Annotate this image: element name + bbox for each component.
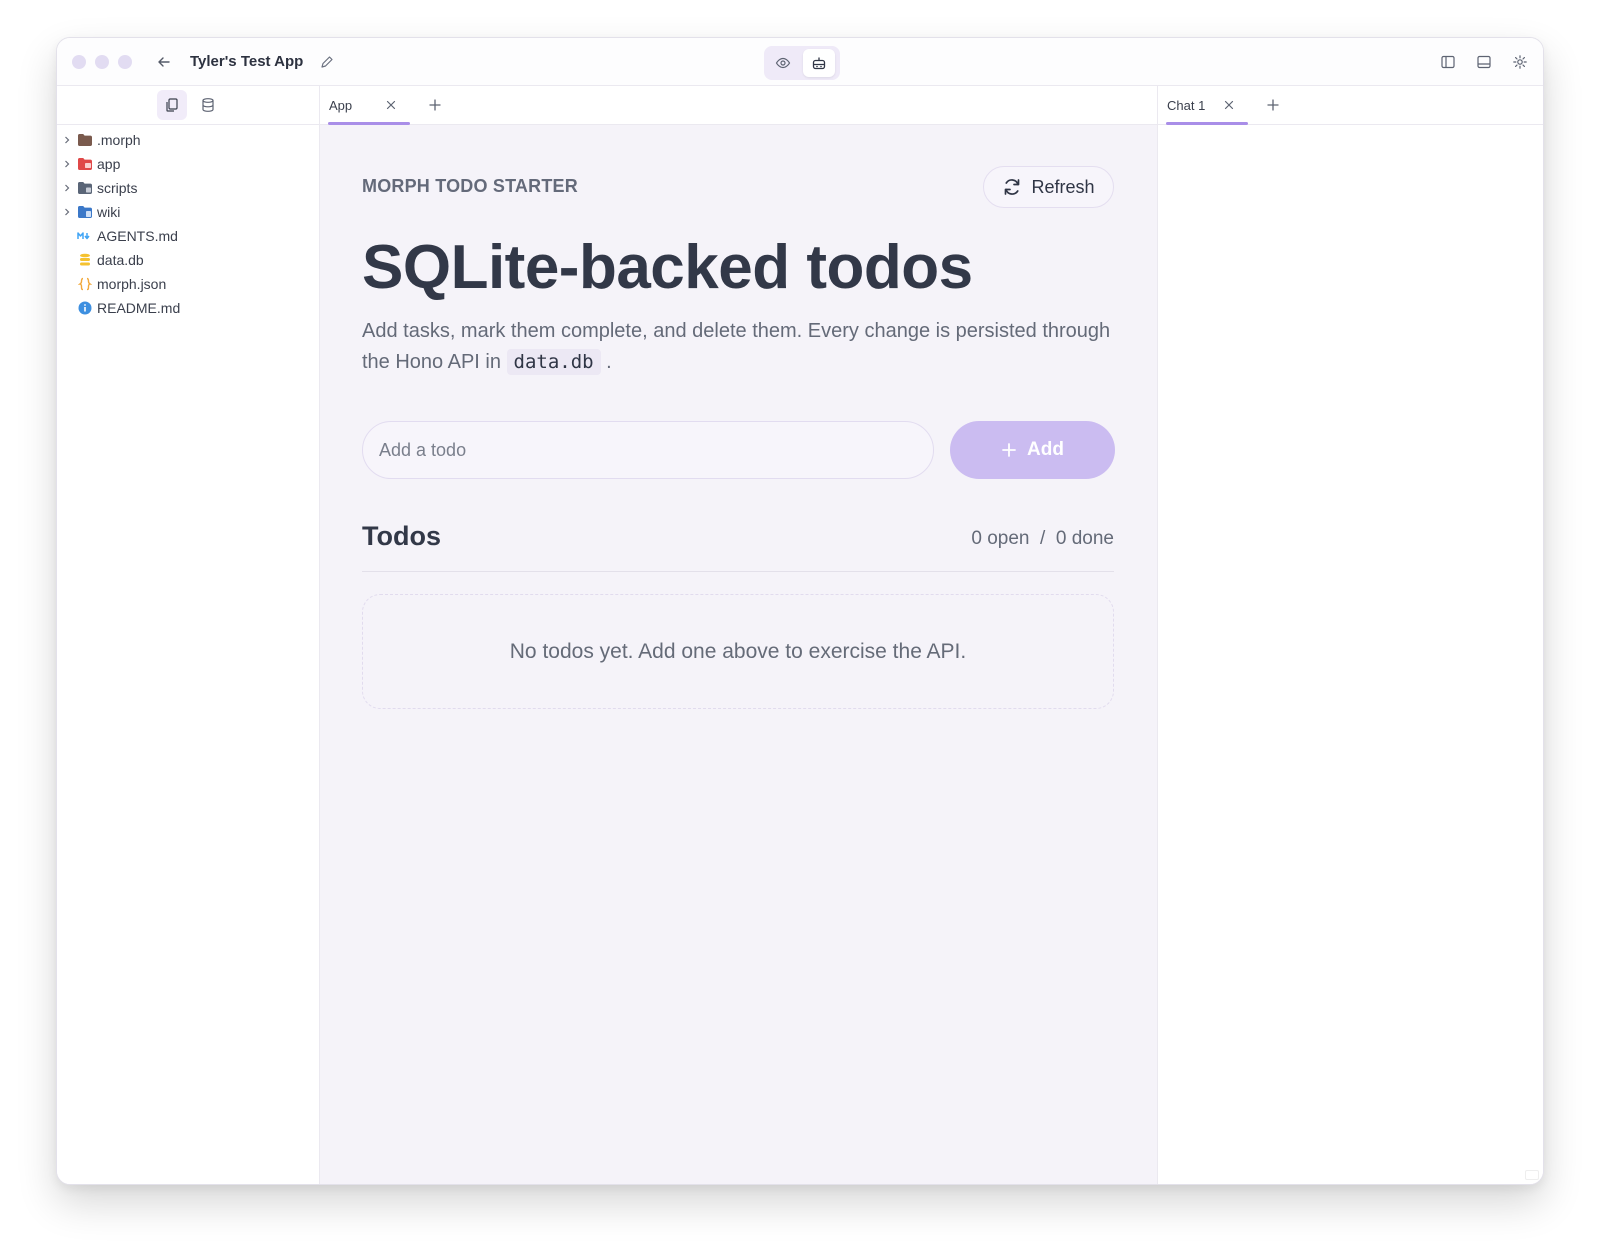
plus-icon bbox=[1002, 443, 1016, 457]
back-button[interactable] bbox=[153, 51, 175, 73]
markdown-icon bbox=[77, 228, 93, 244]
refresh-label: Refresh bbox=[1031, 176, 1095, 197]
tree-item-scripts[interactable]: scripts bbox=[57, 176, 319, 200]
files-icon bbox=[166, 98, 178, 112]
app-title: Tyler's Test App bbox=[190, 53, 304, 70]
app-window: Tyler's Test App .morph app scripts wiki… bbox=[56, 37, 1544, 1185]
active-tab-indicator bbox=[328, 122, 410, 125]
close-icon[interactable] bbox=[384, 98, 398, 112]
tab-app[interactable]: App bbox=[328, 86, 410, 125]
refresh-button[interactable]: Refresh bbox=[983, 166, 1114, 208]
title-bar: Tyler's Test App bbox=[57, 38, 1543, 86]
chat-panel: Chat 1 bbox=[1158, 86, 1543, 1184]
tree-item-label: data.db bbox=[97, 252, 144, 268]
preview-mode-button[interactable] bbox=[767, 49, 799, 77]
eye-icon bbox=[775, 57, 791, 69]
tree-item-label: scripts bbox=[97, 180, 138, 196]
toggle-sidebar-button[interactable] bbox=[1437, 51, 1459, 73]
todos-heading: Todos bbox=[362, 521, 441, 551]
todo-input[interactable] bbox=[362, 421, 934, 479]
page-description: Add tasks, mark them complete, and delet… bbox=[362, 316, 1122, 378]
description-text: Add tasks, mark them complete, and delet… bbox=[362, 320, 1111, 373]
refresh-icon bbox=[1005, 179, 1020, 195]
active-tab-indicator bbox=[1166, 122, 1248, 125]
app-eyebrow: MORPH TODO STARTER bbox=[362, 176, 578, 196]
new-tab-button[interactable] bbox=[426, 96, 444, 114]
description-code: data.db bbox=[506, 349, 601, 375]
chat-tabbar: Chat 1 bbox=[1158, 86, 1543, 125]
new-chat-button[interactable] bbox=[1264, 96, 1282, 114]
folder-wiki-icon bbox=[77, 204, 93, 220]
tab-label: App bbox=[329, 98, 353, 113]
view-mode-toggle bbox=[764, 46, 840, 80]
chevron-right-icon[interactable] bbox=[59, 184, 75, 192]
json-icon bbox=[77, 276, 93, 292]
database-file-icon bbox=[77, 252, 93, 268]
agent-mode-button[interactable] bbox=[803, 49, 835, 77]
tree-item-label: app bbox=[97, 156, 121, 172]
folder-scripts-icon bbox=[77, 180, 93, 196]
layout-controls bbox=[1437, 51, 1531, 73]
app-preview-panel: App MORPH TODO STARTER Refresh SQLite-ba… bbox=[320, 86, 1158, 1184]
folder-icon bbox=[77, 132, 93, 148]
database-tab[interactable] bbox=[193, 90, 223, 120]
arrow-left-icon bbox=[158, 57, 170, 67]
files-tab[interactable] bbox=[157, 90, 187, 120]
tree-item-label: wiki bbox=[97, 204, 121, 220]
tree-item-morph-json[interactable]: morph.json bbox=[57, 272, 319, 296]
tree-item-agents-md[interactable]: AGENTS.md bbox=[57, 224, 319, 248]
tab-label: Chat 1 bbox=[1167, 98, 1206, 113]
tree-item-morph[interactable]: .morph bbox=[57, 128, 319, 152]
rename-button[interactable] bbox=[316, 51, 338, 73]
tree-item-label: README.md bbox=[97, 300, 181, 316]
tree-item-label: morph.json bbox=[97, 276, 167, 292]
folder-app-icon bbox=[77, 156, 93, 172]
info-icon bbox=[77, 300, 93, 316]
tree-item-app[interactable]: app bbox=[57, 152, 319, 176]
sidebar-tabs bbox=[57, 86, 319, 125]
pencil-icon bbox=[321, 56, 333, 68]
database-icon bbox=[202, 98, 214, 112]
page-title: SQLite-backed todos bbox=[362, 233, 973, 302]
chevron-right-icon[interactable] bbox=[59, 136, 75, 144]
gear-icon bbox=[1513, 55, 1527, 69]
toggle-panel-button[interactable] bbox=[1473, 51, 1495, 73]
close-window-button[interactable] bbox=[72, 55, 86, 69]
empty-state: No todos yet. Add one above to exercise … bbox=[362, 594, 1114, 709]
empty-message: No todos yet. Add one above to exercise … bbox=[509, 639, 967, 663]
tree-item-data-db[interactable]: data.db bbox=[57, 248, 319, 272]
file-explorer: .morph app scripts wiki AGENTS.md data.d… bbox=[57, 86, 320, 1184]
tree-item-readme-md[interactable]: README.md bbox=[57, 296, 319, 320]
add-todo-button[interactable]: Add bbox=[950, 421, 1115, 479]
chevron-right-icon[interactable] bbox=[59, 160, 75, 168]
file-tree: .morph app scripts wiki AGENTS.md data.d… bbox=[57, 125, 319, 320]
description-end: . bbox=[600, 351, 612, 373]
add-label: Add bbox=[1027, 439, 1064, 460]
zoom-window-button[interactable] bbox=[118, 55, 132, 69]
panel-bottom-icon bbox=[1477, 55, 1491, 69]
tree-item-label: .morph bbox=[97, 132, 141, 148]
minimize-window-button[interactable] bbox=[95, 55, 109, 69]
tree-item-label: AGENTS.md bbox=[97, 228, 178, 244]
close-icon[interactable] bbox=[1222, 98, 1236, 112]
divider bbox=[362, 571, 1114, 572]
window-controls bbox=[72, 55, 132, 69]
editor-tabbar: App bbox=[320, 86, 1157, 125]
plus-icon bbox=[1267, 99, 1279, 111]
resize-handle[interactable] bbox=[1525, 1170, 1539, 1180]
plus-icon bbox=[429, 99, 441, 111]
todos-count: 0 open / 0 done bbox=[971, 528, 1114, 549]
robot-icon bbox=[812, 57, 826, 70]
sidebar-icon bbox=[1441, 55, 1455, 69]
tab-chat-1[interactable]: Chat 1 bbox=[1166, 86, 1248, 125]
settings-button[interactable] bbox=[1509, 51, 1531, 73]
chevron-right-icon[interactable] bbox=[59, 208, 75, 216]
tree-item-wiki[interactable]: wiki bbox=[57, 200, 319, 224]
